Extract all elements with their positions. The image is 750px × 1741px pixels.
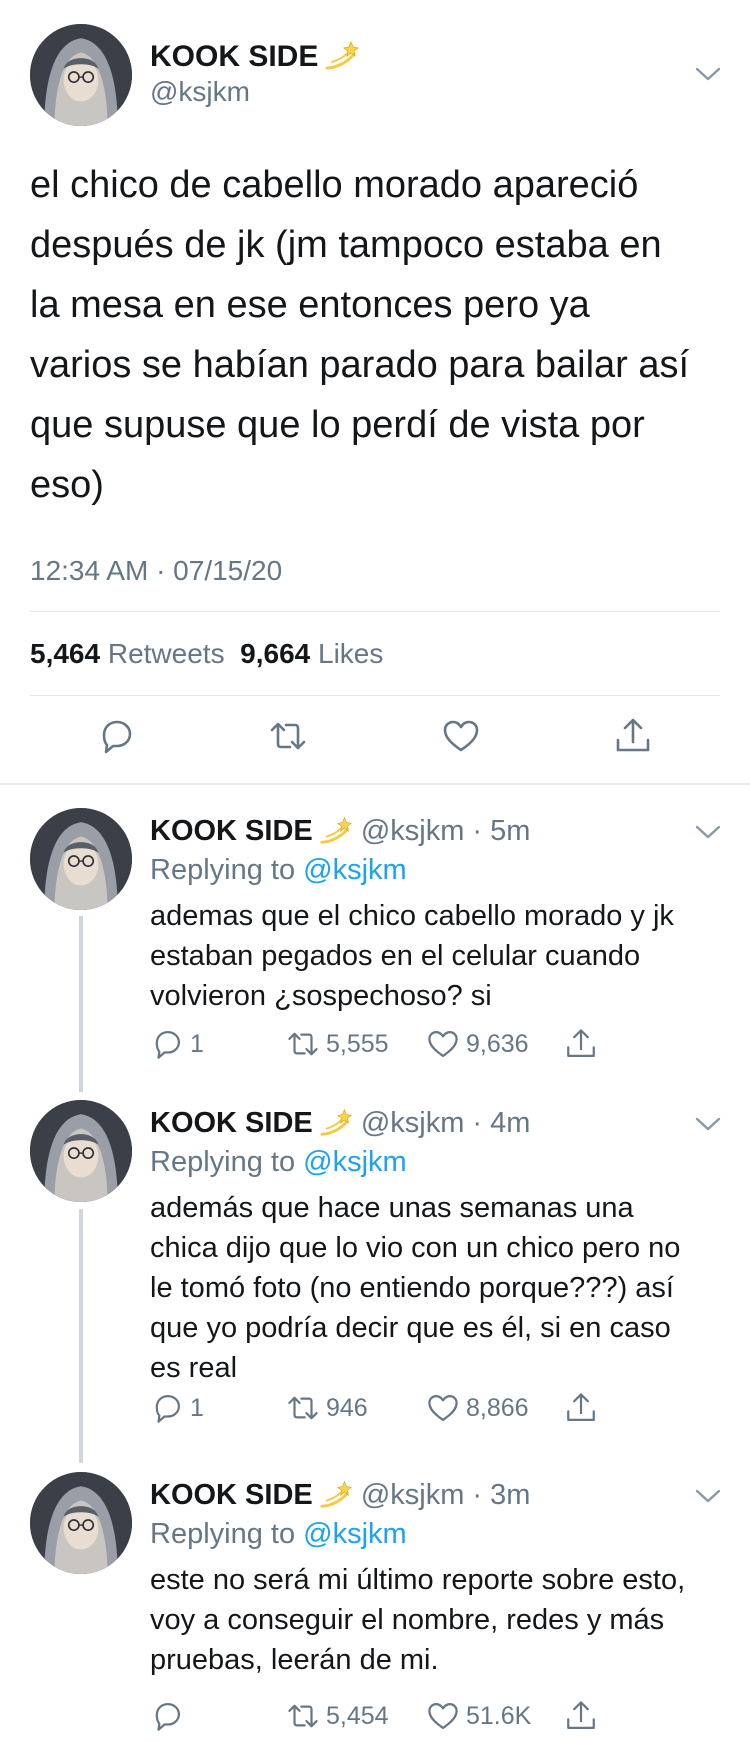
engagement-stats: 5,464 Retweets 9,664 Likes — [30, 638, 383, 670]
like-button[interactable]: 8,866 — [426, 1390, 529, 1426]
retweets-label: Retweets — [107, 638, 225, 669]
avatar[interactable] — [30, 808, 132, 910]
reply-text: este no será mi último reporte sobre est… — [150, 1564, 686, 1676]
retweet-count: 5,454 — [326, 1701, 389, 1730]
reply-button[interactable] — [150, 1698, 190, 1734]
likes-count: 9,664 — [240, 638, 311, 669]
likes-label: Likes — [318, 638, 384, 669]
chevron-down-icon[interactable] — [694, 64, 722, 84]
like-count: 9,636 — [466, 1029, 529, 1058]
replying-to-link[interactable]: @ksjkm — [303, 854, 407, 886]
replying-label: Replying to — [150, 1146, 296, 1178]
reply-count: 1 — [190, 1029, 204, 1058]
divider — [30, 695, 720, 696]
dizzy-emoji-icon — [325, 40, 360, 70]
handle-time[interactable]: @ksjkm · 4m — [361, 1107, 531, 1139]
chevron-down-icon[interactable] — [694, 1114, 722, 1134]
display-name[interactable]: KOOK SIDE — [150, 815, 313, 847]
dizzy-emoji-icon — [320, 1480, 352, 1508]
replying-to: Replying to @ksjkm — [150, 1146, 407, 1179]
like-icon — [428, 1030, 458, 1058]
handle[interactable]: @ksjkm — [150, 76, 250, 108]
reply-text: ademas que el chico cabello morado y jk … — [150, 900, 674, 1012]
section-divider — [0, 783, 750, 785]
reply-icon[interactable] — [96, 716, 136, 756]
share-button[interactable] — [564, 1390, 598, 1426]
dizzy-emoji-icon — [320, 816, 352, 844]
reply-button[interactable]: 1 — [150, 1026, 204, 1062]
chevron-down-icon[interactable] — [694, 1486, 722, 1506]
display-name[interactable]: KOOK SIDE — [150, 1479, 313, 1511]
like-icon — [428, 1702, 458, 1730]
replying-to: Replying to @ksjkm — [150, 1518, 407, 1551]
retweet-button[interactable]: 946 — [286, 1390, 368, 1426]
retweet-count: 5,555 — [326, 1029, 389, 1058]
share-button[interactable] — [564, 1026, 598, 1062]
divider — [30, 611, 720, 612]
share-icon — [567, 1701, 595, 1730]
retweet-button[interactable]: 5,555 — [286, 1026, 389, 1062]
like-icon[interactable] — [441, 716, 481, 756]
display-name[interactable]: KOOK SIDE — [150, 38, 360, 74]
replying-label: Replying to — [150, 854, 296, 886]
reply-text: además que hace unas semanas una chica d… — [150, 1192, 681, 1384]
share-button[interactable] — [564, 1698, 598, 1734]
thread-line — [79, 916, 83, 1092]
likes-stat[interactable]: 9,664 Likes — [240, 638, 383, 669]
retweet-icon — [288, 1396, 318, 1420]
reply-header: KOOK SIDE @ksjkm · 4m — [150, 1106, 530, 1140]
replying-label: Replying to — [150, 1518, 296, 1550]
retweet-count: 946 — [326, 1393, 368, 1422]
reply-header: KOOK SIDE @ksjkm · 3m — [150, 1478, 530, 1512]
handle-time[interactable]: @ksjkm · 3m — [361, 1479, 531, 1511]
thread-line — [79, 1209, 83, 1463]
like-count: 51.6K — [466, 1701, 532, 1730]
reply-header: KOOK SIDE @ksjkm · 5m — [150, 814, 530, 848]
reply-icon — [155, 1702, 181, 1731]
action-bar: 1 946 8,866 — [150, 1390, 595, 1430]
action-bar: 1 5,555 9,636 — [150, 1026, 595, 1066]
timestamp[interactable]: 12:34 AM · 07/15/20 — [30, 555, 282, 587]
replying-to: Replying to @ksjkm — [150, 854, 407, 887]
handle-time[interactable]: @ksjkm · 5m — [361, 815, 531, 847]
like-button[interactable]: 9,636 — [426, 1026, 529, 1062]
retweet-button[interactable]: 5,454 — [286, 1698, 389, 1734]
like-icon — [428, 1394, 458, 1422]
avatar[interactable] — [30, 1100, 132, 1202]
like-count: 8,866 — [466, 1393, 529, 1422]
replying-to-link[interactable]: @ksjkm — [303, 1146, 407, 1178]
retweets-stat[interactable]: 5,464 Retweets — [30, 638, 225, 669]
retweet-icon — [288, 1032, 318, 1056]
reply-button[interactable]: 1 — [150, 1390, 204, 1426]
retweet-icon[interactable] — [268, 716, 308, 756]
display-name[interactable]: KOOK SIDE — [150, 1107, 313, 1139]
avatar[interactable] — [30, 1472, 132, 1574]
dizzy-emoji-icon — [320, 1108, 352, 1136]
chevron-down-icon[interactable] — [694, 822, 722, 842]
share-icon[interactable] — [613, 716, 653, 756]
reply-count: 1 — [190, 1393, 204, 1422]
action-bar: 5,454 51.6K — [150, 1698, 595, 1738]
retweets-count: 5,464 — [30, 638, 101, 669]
reply-icon — [155, 1394, 181, 1423]
tweet-text: el chico de cabello morado apareció desp… — [30, 164, 690, 506]
share-icon — [567, 1393, 595, 1422]
avatar[interactable] — [30, 24, 132, 126]
replying-to-link[interactable]: @ksjkm — [303, 1518, 407, 1550]
display-name-text: KOOK SIDE — [150, 40, 319, 73]
like-button[interactable]: 51.6K — [426, 1698, 531, 1734]
retweet-icon — [288, 1704, 318, 1728]
reply-icon — [155, 1030, 181, 1059]
share-icon — [567, 1029, 595, 1058]
